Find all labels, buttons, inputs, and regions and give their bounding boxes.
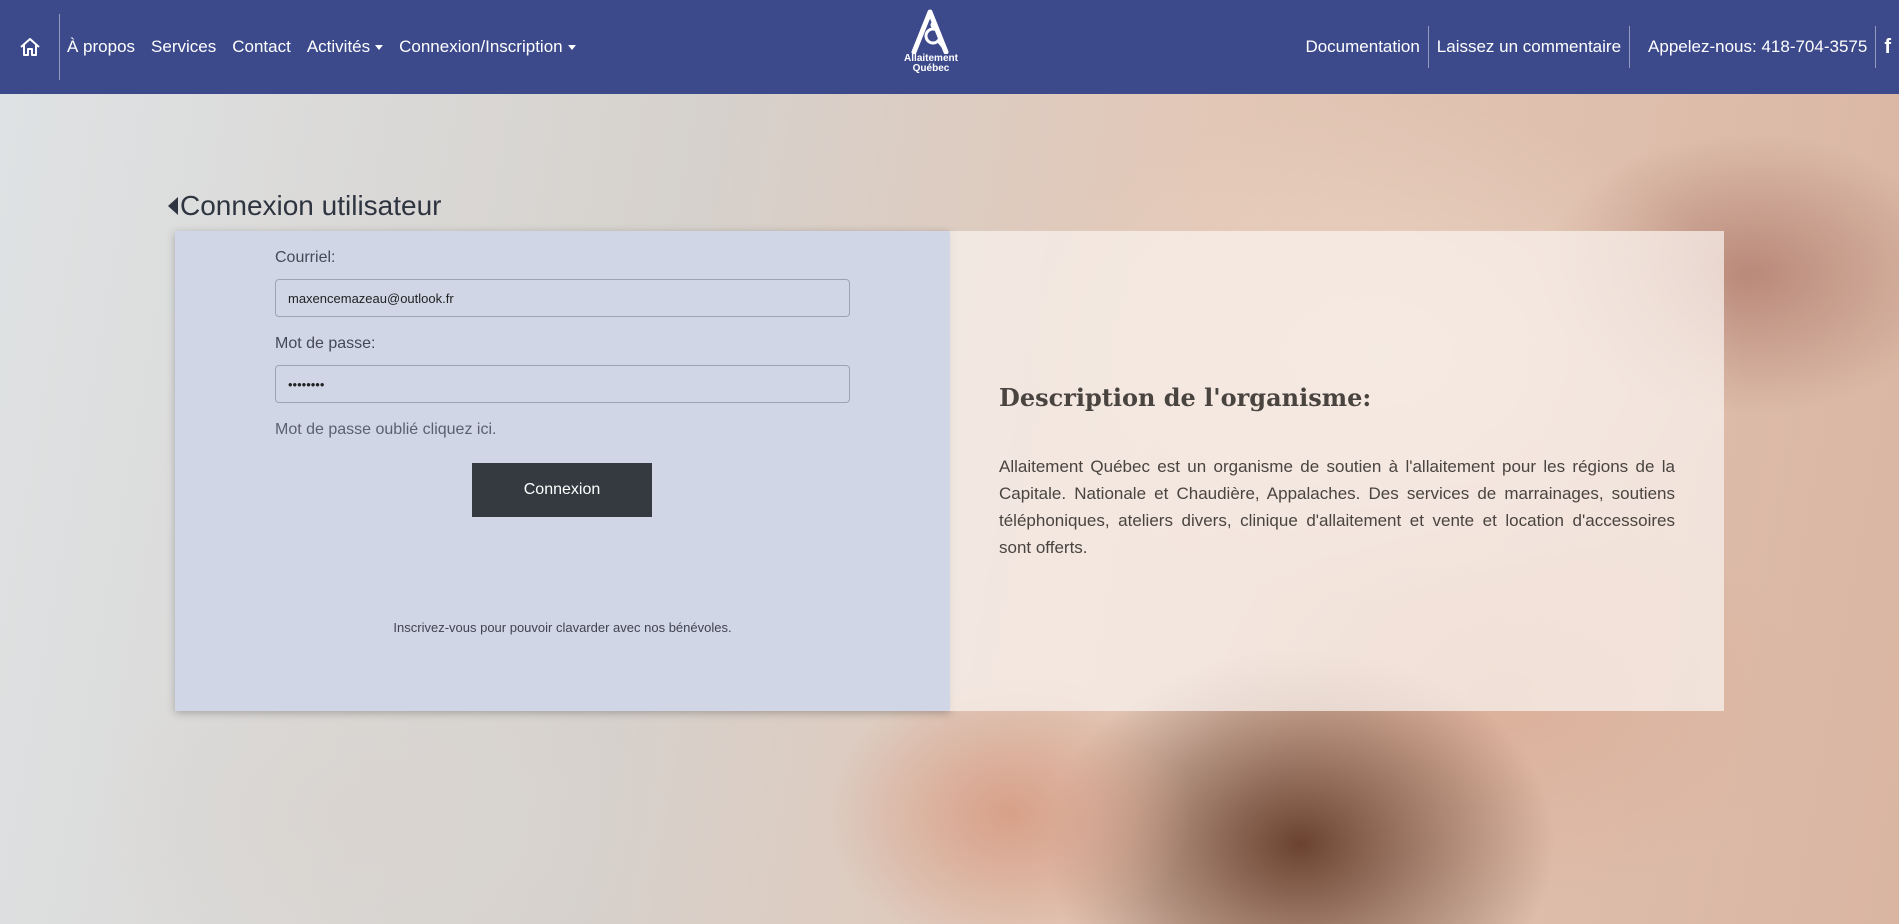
top-navbar: À propos Services Contact Activités Conn… xyxy=(0,0,1899,94)
description-title: Description de l'organisme: xyxy=(999,383,1372,412)
chevron-down-icon xyxy=(375,44,384,50)
forgot-password-link[interactable]: Mot de passe oublié cliquez ici. xyxy=(275,421,496,439)
login-button[interactable]: Connexion xyxy=(472,463,652,517)
login-panel: Courriel: Mot de passe: Mot de passe oub… xyxy=(175,231,950,711)
nav-contact[interactable]: Contact xyxy=(224,37,299,57)
caret-left-icon[interactable] xyxy=(168,197,178,215)
login-section-title: Connexion utilisateur xyxy=(168,190,442,222)
home-button[interactable] xyxy=(0,14,60,80)
description-panel: Description de l'organisme: Allaitement … xyxy=(950,231,1724,711)
description-text: Allaitement Québec est un organisme de s… xyxy=(999,457,1675,557)
nav-services[interactable]: Services xyxy=(143,37,224,57)
register-note: Inscrivez-vous pour pouvoir clavarder av… xyxy=(393,620,732,635)
nav-login-register-dropdown[interactable]: Connexion/Inscription xyxy=(391,37,583,57)
allaitement-logo-icon xyxy=(911,9,949,54)
nav-phone[interactable]: Appelez-nous: 418-704-3575 xyxy=(1640,37,1875,57)
home-icon xyxy=(19,38,40,56)
nav-divider xyxy=(1629,26,1631,68)
logo-line-2: Québec xyxy=(912,63,950,74)
nav-activities-label: Activités xyxy=(306,37,371,56)
facebook-icon[interactable]: f xyxy=(1876,36,1899,59)
nav-documentation[interactable]: Documentation xyxy=(1297,37,1427,57)
nav-activities-dropdown[interactable]: Activités xyxy=(299,37,391,57)
login-title-text: Connexion utilisateur xyxy=(180,190,442,221)
email-label: Courriel: xyxy=(275,249,336,266)
nav-login-register-label: Connexion/Inscription xyxy=(399,37,563,56)
password-label: Mot de passe: xyxy=(275,335,376,352)
nav-leave-comment[interactable]: Laissez un commentaire xyxy=(1429,37,1629,57)
nav-right-group: Documentation Laissez un commentaire App… xyxy=(1297,0,1899,94)
nav-left-group: À propos Services Contact Activités Conn… xyxy=(0,0,584,94)
email-field[interactable] xyxy=(275,279,850,317)
site-logo[interactable]: Allaitement Québec xyxy=(898,8,964,80)
nav-about[interactable]: À propos xyxy=(60,37,143,57)
password-field[interactable] xyxy=(275,365,850,403)
chevron-down-icon xyxy=(567,44,576,50)
